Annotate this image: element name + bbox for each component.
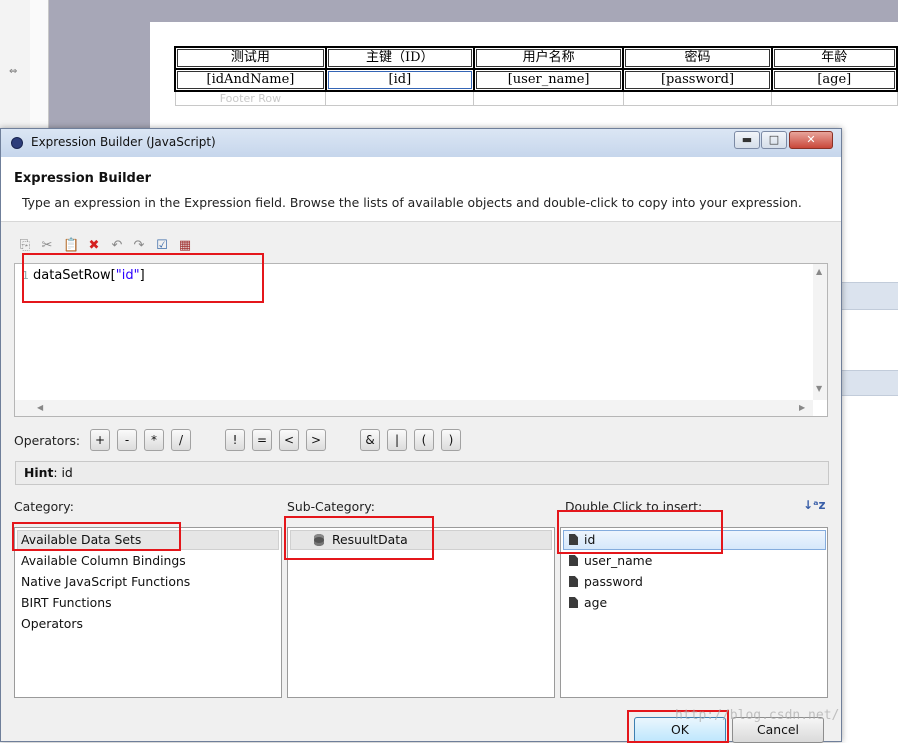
hint-value: : id	[53, 465, 73, 480]
panel-band	[842, 282, 898, 310]
header-cell[interactable]: 年龄	[770, 46, 898, 70]
expression-builder-dialog: Expression Builder (JavaScript) ▬ □ ✕ Ex…	[0, 128, 842, 743]
dialog-header: Expression Builder Type an expression in…	[1, 157, 841, 222]
sort-az-icon[interactable]: ↓ᵃz	[803, 498, 826, 512]
category-item-column-bindings[interactable]: Available Column Bindings	[21, 553, 186, 568]
redo-icon[interactable]: ↷	[132, 239, 146, 253]
field-item-label: password	[584, 574, 643, 589]
annotation-box-subcategory	[284, 516, 434, 560]
operator-or-button[interactable]: |	[387, 429, 407, 451]
collapse-arrows-icon[interactable]: ⇔	[9, 66, 17, 77]
cut-icon[interactable]: ✂	[40, 239, 54, 253]
field-cell[interactable]: [age]	[770, 68, 898, 92]
footer-cell[interactable]	[771, 90, 898, 106]
vertical-ruler	[30, 0, 49, 130]
field-cell[interactable]: [password]	[622, 68, 773, 92]
close-button[interactable]: ✕	[789, 131, 833, 149]
paste-icon[interactable]: 📋	[63, 239, 79, 253]
operator-plus-button[interactable]: +	[90, 429, 110, 451]
maximize-button[interactable]: □	[761, 131, 787, 149]
right-panel	[842, 128, 898, 742]
validate-icon[interactable]: ☑	[155, 239, 169, 253]
operators-label: Operators:	[14, 433, 81, 448]
scroll-right-icon[interactable]: ▶	[799, 403, 805, 412]
delete-icon[interactable]: ✖	[87, 239, 101, 253]
watermark: http://blog.csdn.net/	[675, 708, 840, 723]
operator-less-button[interactable]: <	[279, 429, 299, 451]
dialog-description: Type an expression in the Expression fie…	[22, 195, 802, 210]
hint-label: Hint	[24, 465, 54, 480]
annotation-box-expression	[22, 253, 264, 303]
eclipse-icon	[11, 137, 23, 149]
table-footer-row: Footer Row	[174, 90, 898, 106]
field-item-user-name[interactable]: user_name	[569, 553, 652, 568]
operator-and-button[interactable]: &	[360, 429, 380, 451]
operator-not-button[interactable]: !	[225, 429, 245, 451]
operator-multiply-button[interactable]: *	[144, 429, 164, 451]
header-cell[interactable]: 密码	[622, 46, 773, 70]
scroll-left-icon[interactable]: ◀	[37, 403, 43, 412]
annotation-box-category	[12, 522, 181, 551]
undo-icon[interactable]: ↶	[110, 239, 124, 253]
field-item-age[interactable]: age	[569, 595, 607, 610]
category-item-birt-functions[interactable]: BIRT Functions	[21, 595, 112, 610]
horizontal-scrollbar[interactable]: ◀ ▶	[15, 400, 813, 416]
table-header-row: 测试用 主键（ID） 用户名称 密码 年龄	[174, 46, 898, 70]
field-icon	[569, 555, 578, 566]
operator-minus-button[interactable]: -	[117, 429, 137, 451]
operator-greater-button[interactable]: >	[306, 429, 326, 451]
header-cell[interactable]: 测试用	[174, 46, 327, 70]
dialog-heading: Expression Builder	[14, 171, 152, 186]
subcategory-label: Sub-Category:	[287, 499, 375, 514]
table-detail-row: [idAndName] [id] [user_name] [password] …	[174, 68, 898, 92]
field-item-label: user_name	[584, 553, 653, 568]
report-table: 测试用 主键（ID） 用户名称 密码 年龄 [idAndName] [id] […	[174, 46, 898, 106]
footer-cell[interactable]	[473, 90, 624, 106]
field-icon	[569, 576, 578, 587]
vertical-scrollbar[interactable]: ▲ ▼	[813, 264, 827, 400]
header-cell[interactable]: 用户名称	[472, 46, 625, 70]
footer-row-label[interactable]: Footer Row	[174, 90, 327, 106]
field-item-password[interactable]: password	[569, 574, 643, 589]
footer-cell[interactable]	[325, 90, 475, 106]
category-label: Category:	[14, 499, 74, 514]
annotation-box-field	[557, 510, 723, 554]
field-cell[interactable]: [user_name]	[472, 68, 625, 92]
field-cell-selected[interactable]: [id]	[324, 68, 475, 92]
copy-icon[interactable]: ⎘	[18, 239, 32, 253]
scroll-up-icon[interactable]: ▲	[816, 267, 822, 276]
operator-lparen-button[interactable]: (	[414, 429, 434, 451]
scroll-down-icon[interactable]: ▼	[816, 384, 822, 393]
operator-rparen-button[interactable]: )	[441, 429, 461, 451]
dialog-title: Expression Builder (JavaScript)	[31, 135, 216, 149]
category-list[interactable]: Available Data Sets Available Column Bin…	[14, 527, 282, 698]
field-cell[interactable]: [idAndName]	[174, 68, 327, 92]
footer-cell[interactable]	[622, 90, 773, 106]
field-icon	[569, 597, 578, 608]
panel-band	[842, 370, 898, 396]
minimize-button[interactable]: ▬	[734, 131, 760, 149]
hint-bar: Hint: id	[15, 461, 829, 485]
field-item-label: age	[584, 595, 608, 610]
category-item-operators[interactable]: Operators	[21, 616, 83, 631]
dialog-titlebar[interactable]: Expression Builder (JavaScript) ▬ □ ✕	[1, 129, 841, 157]
operator-divide-button[interactable]: /	[171, 429, 191, 451]
calendar-icon[interactable]: ▦	[178, 239, 192, 253]
header-cell[interactable]: 主键（ID）	[324, 46, 475, 70]
category-item-native-js-functions[interactable]: Native JavaScript Functions	[21, 574, 190, 589]
operator-equals-button[interactable]: =	[252, 429, 272, 451]
